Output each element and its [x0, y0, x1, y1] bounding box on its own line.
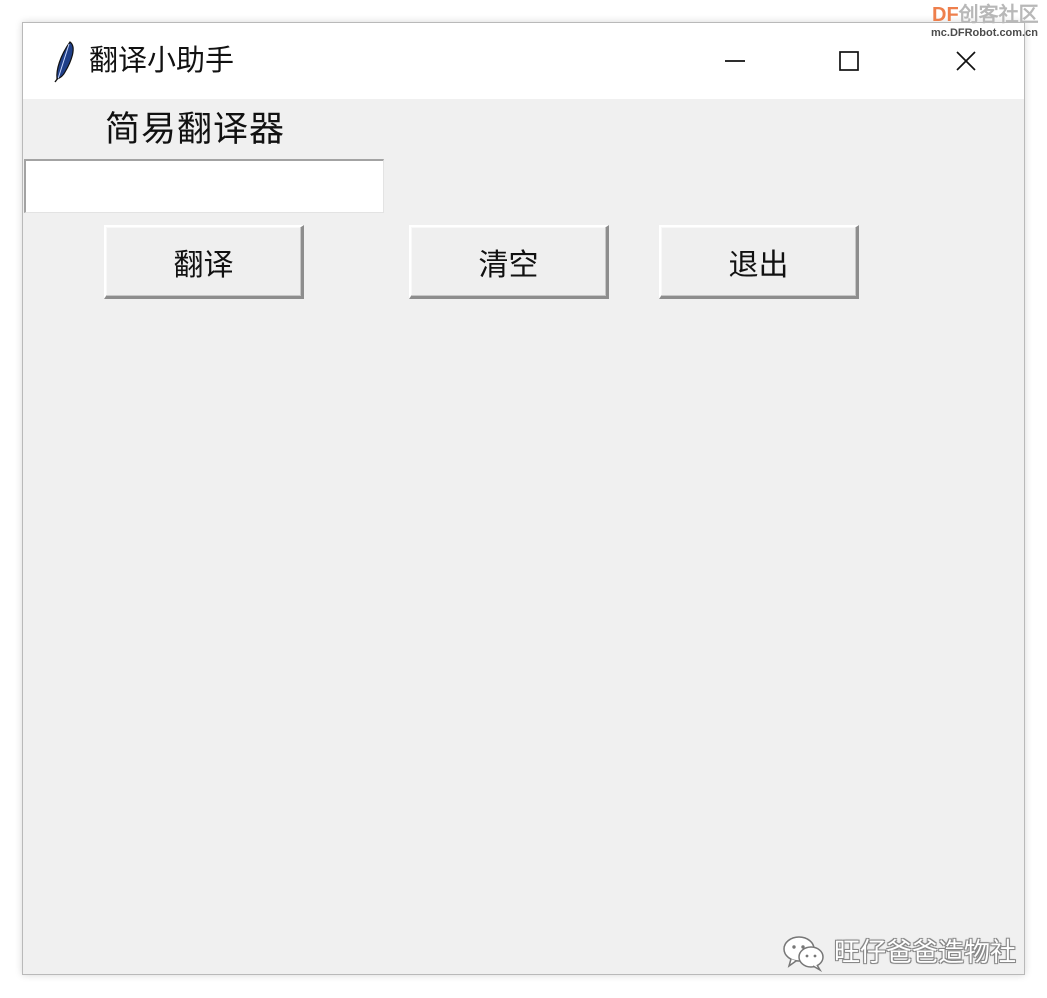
clear-button[interactable]: 清空 [409, 225, 609, 299]
wechat-account-text: 旺仔爸爸造物社 [834, 938, 1017, 968]
translate-button[interactable]: 翻译 [104, 225, 304, 299]
exit-button[interactable]: 退出 [659, 225, 859, 299]
translation-input[interactable] [24, 159, 384, 213]
dfrobot-watermark: DF创客社区 mc.DFRobot.com.cn [930, 4, 1046, 44]
wechat-icon [783, 936, 824, 972]
maximize-button[interactable] [791, 23, 907, 99]
close-icon [956, 51, 976, 71]
wechat-watermark: 旺仔爸爸造物社 [782, 930, 1016, 976]
minimize-icon [725, 60, 745, 62]
app-heading-label: 简易翻译器 [105, 110, 286, 150]
window-title: 翻译小助手 [89, 43, 235, 77]
dfrobot-url: mc.DFRobot.com.cn [931, 27, 1038, 39]
feather-icon [54, 41, 74, 83]
title-bar[interactable]: 翻译小助手 [23, 23, 1024, 99]
dfrobot-logo-text: DF创客社区 [932, 4, 1039, 26]
minimize-button[interactable] [677, 23, 793, 99]
maximize-icon [839, 51, 859, 71]
app-window: 翻译小助手 简易翻译器 翻译 清空 退出 [22, 22, 1025, 975]
app-content: 简易翻译器 翻译 清空 退出 [23, 99, 1024, 974]
